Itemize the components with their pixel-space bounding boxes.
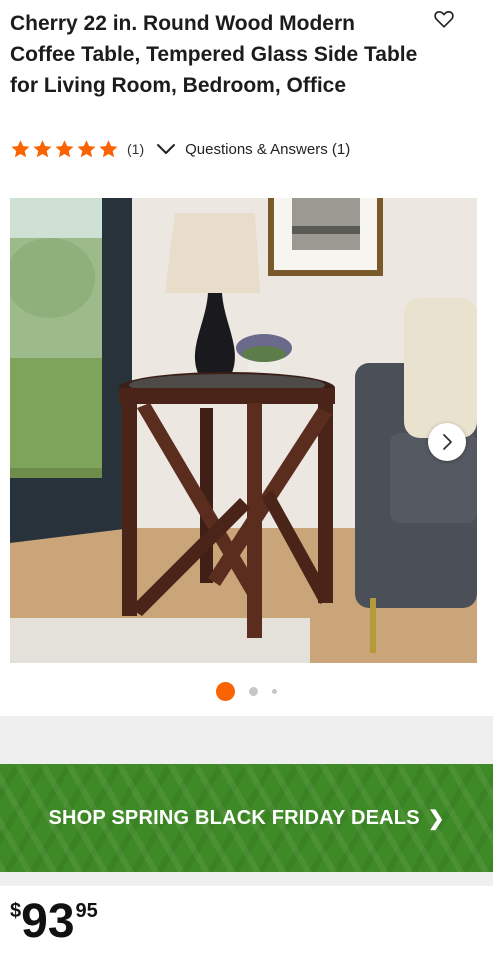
product-photo-illustration bbox=[10, 198, 477, 663]
favorite-heart-icon[interactable] bbox=[433, 8, 455, 30]
carousel-dot[interactable] bbox=[272, 688, 277, 694]
questions-answers-link[interactable]: Questions & Answers (1) bbox=[185, 141, 350, 158]
product-image[interactable] bbox=[10, 198, 477, 663]
star-icon bbox=[55, 140, 74, 158]
price-dollars: 93 bbox=[21, 895, 75, 948]
rating-row: (1) Questions & Answers (1) bbox=[10, 138, 350, 160]
review-count[interactable]: (1) bbox=[127, 141, 144, 157]
promo-banner[interactable]: SHOP SPRING BLACK FRIDAY DEALS ❯ bbox=[0, 764, 493, 872]
chevron-down-icon[interactable] bbox=[156, 142, 176, 156]
next-image-button[interactable] bbox=[428, 423, 466, 461]
price-currency: $ bbox=[10, 900, 22, 922]
star-icon bbox=[77, 140, 96, 158]
star-icon bbox=[99, 140, 118, 158]
star-icon bbox=[33, 140, 52, 158]
chevron-right-icon: ❯ bbox=[427, 807, 445, 830]
carousel-dot-active[interactable] bbox=[216, 681, 235, 701]
carousel-dot[interactable] bbox=[249, 686, 258, 696]
product-price: $ 93 95 bbox=[10, 896, 98, 948]
product-title: Cherry 22 in. Round Wood Modern Coffee T… bbox=[10, 12, 418, 97]
star-rating[interactable] bbox=[10, 139, 119, 159]
promo-label: SHOP SPRING BLACK FRIDAY DEALS bbox=[48, 806, 420, 829]
price-cents: 95 bbox=[75, 900, 98, 922]
section-divider bbox=[0, 872, 493, 886]
chevron-right-icon bbox=[443, 434, 452, 450]
section-divider bbox=[0, 716, 493, 764]
image-carousel-dots bbox=[0, 681, 493, 701]
star-icon bbox=[11, 140, 30, 158]
